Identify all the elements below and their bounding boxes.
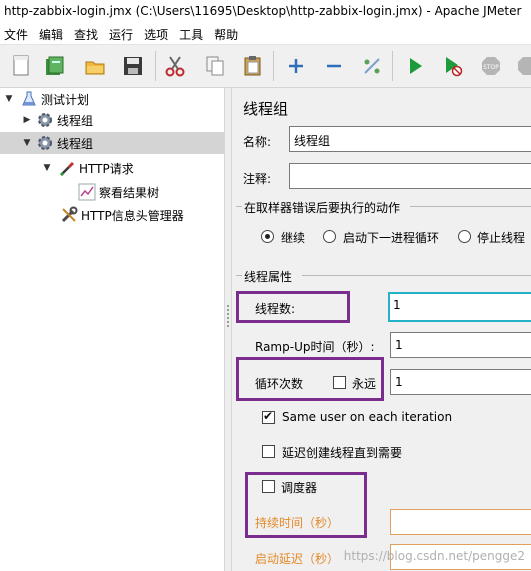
menu-tools[interactable]: 工具 bbox=[179, 26, 203, 43]
menu-help[interactable]: 帮助 bbox=[214, 26, 238, 43]
svg-text:STOP: STOP bbox=[483, 64, 499, 71]
radio-continue[interactable] bbox=[261, 230, 274, 243]
watermark: https://blog.csdn.net/pengge2 bbox=[343, 549, 525, 563]
menu-edit[interactable]: 编辑 bbox=[39, 26, 63, 43]
radio-stop-thread-label: 停止线程 bbox=[477, 231, 526, 245]
gear-icon bbox=[36, 111, 54, 129]
scheduler-checkbox[interactable] bbox=[262, 480, 275, 493]
wrench-icon bbox=[60, 206, 78, 224]
menu-bar: 文件 编辑 查找 运行 选项 工具 帮助 bbox=[0, 24, 531, 44]
copy-icon[interactable] bbox=[202, 53, 228, 79]
cut-icon[interactable] bbox=[162, 53, 188, 79]
comment-label: 注释: bbox=[243, 172, 272, 186]
same-user-checkbox[interactable] bbox=[262, 409, 275, 424]
toggle-icon[interactable] bbox=[359, 53, 385, 79]
window-title: http-zabbix-login.jmx (C:\Users\11695\De… bbox=[0, 0, 531, 24]
forever-checkbox[interactable] bbox=[333, 376, 346, 389]
tree-item-thread-group-1[interactable]: ▶ 线程组 bbox=[22, 109, 93, 131]
chart-icon bbox=[78, 183, 96, 201]
tree-item-label: HTTP信息头管理器 bbox=[81, 208, 184, 223]
new-icon[interactable] bbox=[8, 53, 34, 79]
loop-count-label: 循环次数 bbox=[255, 377, 304, 391]
delay-create-checkbox[interactable] bbox=[262, 445, 275, 458]
radio-start-next-loop-label: 启动下一进程循环 bbox=[343, 231, 440, 245]
rampup-field[interactable]: 1 bbox=[390, 332, 531, 358]
tree-item-label: HTTP请求 bbox=[79, 161, 134, 176]
test-plan-icon bbox=[20, 90, 38, 108]
paste-icon[interactable] bbox=[240, 53, 266, 79]
same-user-label: Same user on each iteration bbox=[282, 410, 453, 424]
comment-field[interactable] bbox=[289, 163, 531, 189]
menu-search[interactable]: 查找 bbox=[74, 26, 98, 43]
expand-icon[interactable] bbox=[283, 53, 309, 79]
collapse-arrow-icon[interactable]: ▼ bbox=[42, 163, 52, 173]
delay-create-label: 延迟创建线程直到需要 bbox=[282, 446, 403, 460]
thread-group-panel: 线程组 名称: 线程组 注释: 在取样器错误后要执行的动作 继续 启动下一进程循… bbox=[232, 88, 531, 571]
pipette-icon bbox=[58, 159, 76, 177]
shutdown-icon[interactable] bbox=[514, 53, 531, 79]
open-icon[interactable] bbox=[82, 53, 108, 79]
duration-label: 持续时间（秒） bbox=[255, 516, 340, 530]
tree-item-label: 线程组 bbox=[57, 113, 94, 128]
start-icon[interactable] bbox=[402, 53, 428, 79]
panel-title: 线程组 bbox=[243, 100, 289, 118]
expand-arrow-icon[interactable]: ▶ bbox=[22, 115, 32, 125]
menu-file[interactable]: 文件 bbox=[4, 26, 28, 43]
test-plan-tree: ▼ 测试计划 ▶ 线程组 ▼ 线程组 ▼ HTTP请求 察看结果树 HTTP信息… bbox=[0, 88, 224, 571]
startup-delay-label: 启动延迟（秒） bbox=[255, 552, 340, 566]
forever-label: 永远 bbox=[352, 377, 377, 391]
threads-field[interactable]: 1 bbox=[388, 292, 531, 322]
stop-icon[interactable]: STOP bbox=[478, 53, 504, 79]
rampup-label: Ramp-Up时间（秒）: bbox=[255, 340, 375, 354]
scheduler-label: 调度器 bbox=[281, 481, 318, 495]
tree-item-label: 察看结果树 bbox=[99, 185, 160, 200]
duration-field[interactable] bbox=[390, 509, 531, 535]
menu-run[interactable]: 运行 bbox=[109, 26, 133, 43]
gear-icon bbox=[36, 134, 54, 152]
threads-label: 线程数: bbox=[255, 302, 296, 316]
tree-item-test-plan[interactable]: ▼ 测试计划 bbox=[4, 88, 89, 110]
thread-properties-section-title: 线程属性 bbox=[244, 270, 293, 284]
radio-start-next-loop[interactable] bbox=[323, 230, 336, 243]
menu-options[interactable]: 选项 bbox=[144, 26, 168, 43]
tree-item-http-header-manager[interactable]: HTTP信息头管理器 bbox=[60, 204, 184, 226]
name-label: 名称: bbox=[243, 135, 272, 149]
tree-item-view-results-tree[interactable]: 察看结果树 bbox=[78, 181, 159, 203]
start-no-pause-icon[interactable] bbox=[440, 53, 466, 79]
error-action-section-title: 在取样器错误后要执行的动作 bbox=[244, 201, 401, 215]
tree-item-thread-group-2[interactable]: ▼ 线程组 bbox=[0, 132, 224, 154]
radio-continue-label: 继续 bbox=[281, 231, 306, 245]
collapse-arrow-icon[interactable]: ▼ bbox=[4, 94, 14, 104]
toolbar: STOP bbox=[0, 44, 531, 88]
tree-item-label: 线程组 bbox=[57, 136, 94, 151]
radio-stop-thread[interactable] bbox=[458, 230, 471, 243]
collapse-arrow-icon[interactable]: ▼ bbox=[22, 138, 32, 148]
collapse-icon[interactable] bbox=[321, 53, 347, 79]
tree-item-label: 测试计划 bbox=[41, 92, 90, 107]
save-icon[interactable] bbox=[120, 53, 146, 79]
split-pane-divider[interactable] bbox=[224, 88, 232, 571]
templates-icon[interactable] bbox=[42, 53, 68, 79]
tree-item-http-request[interactable]: ▼ HTTP请求 bbox=[42, 157, 134, 179]
loop-count-field[interactable]: 1 bbox=[390, 369, 531, 395]
name-field[interactable]: 线程组 bbox=[289, 126, 531, 152]
